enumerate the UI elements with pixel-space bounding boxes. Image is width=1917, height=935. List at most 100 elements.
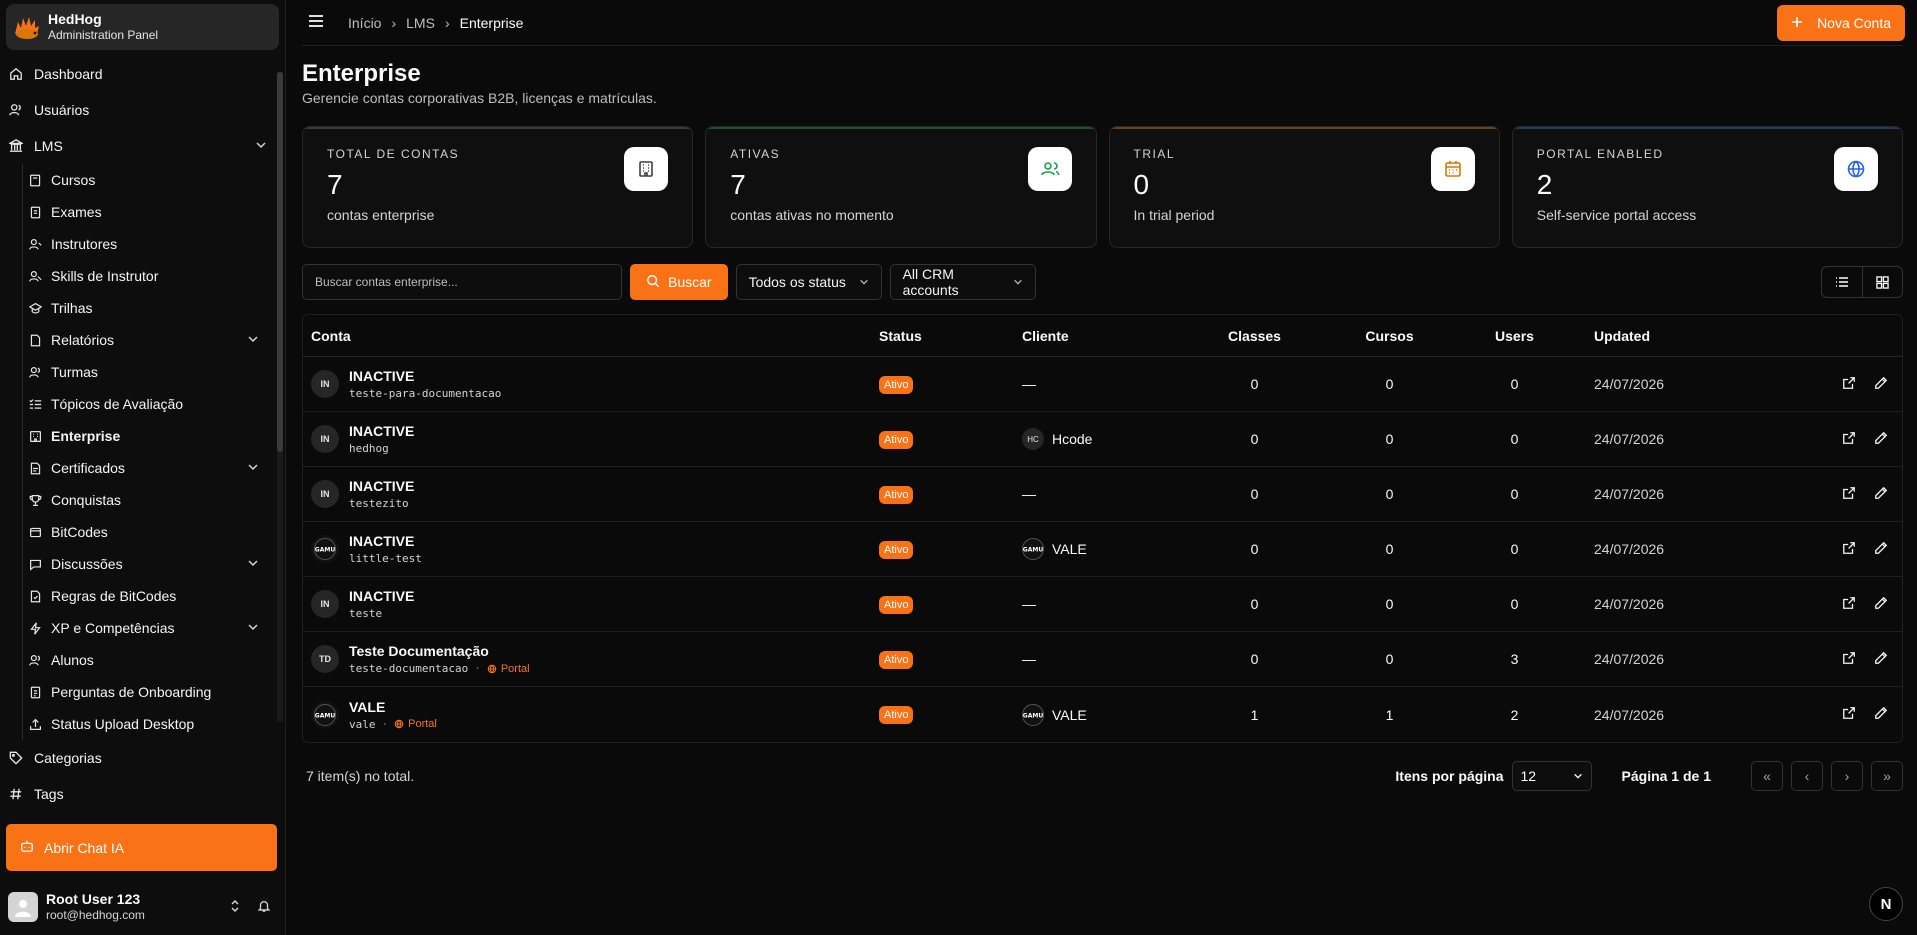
edit-pencil-icon[interactable]: [1874, 376, 1888, 393]
account-name[interactable]: INACTIVE: [349, 368, 501, 384]
sidebar-scrollbar[interactable]: [277, 72, 283, 722]
table-row[interactable]: GAMU VALE vale · Portal Ativo GAMU VALE 1 1…: [303, 687, 1902, 742]
sidebar-item-usuarios[interactable]: Usuários: [0, 92, 275, 128]
sidebar-item-label: Turmas: [51, 364, 98, 380]
breadcrumb-lms[interactable]: LMS: [406, 15, 435, 31]
external-link-icon[interactable]: [1842, 706, 1856, 723]
prev-page-button[interactable]: ‹: [1791, 761, 1823, 791]
account-name[interactable]: VALE: [349, 699, 437, 715]
last-page-button[interactable]: »: [1871, 761, 1903, 791]
sidebar-item-enterprise[interactable]: Enterprise: [27, 420, 275, 452]
account-cell: IN INACTIVE testezito: [303, 478, 879, 510]
next-page-button[interactable]: ›: [1831, 761, 1863, 791]
edit-pencil-icon[interactable]: [1874, 596, 1888, 613]
crm-filter-select[interactable]: All CRM accounts: [889, 264, 1036, 300]
sidebar-item-dashboard[interactable]: Dashboard: [0, 56, 275, 92]
edit-pencil-icon[interactable]: [1874, 486, 1888, 503]
sidebar-item-conquistas[interactable]: Conquistas: [27, 484, 275, 516]
chevron-down-icon: [1573, 768, 1583, 784]
sidebar-item-regras-de-bitcodes[interactable]: Regras de BitCodes: [27, 580, 275, 612]
sidebar-item-xp-e-competencias[interactable]: XP e Competências: [27, 612, 275, 644]
sidebar-item-status-upload-desktop[interactable]: Status Upload Desktop: [27, 708, 275, 740]
open-ai-chat-button[interactable]: Abrir Chat IA: [6, 824, 277, 871]
table-footer: 7 item(s) no total. Itens por página 12 …: [302, 761, 1903, 791]
column-header-cliente[interactable]: Cliente: [1022, 328, 1187, 344]
grid-view-icon[interactable]: [1862, 267, 1902, 297]
sidebar-item-tags[interactable]: Tags: [0, 776, 275, 812]
edit-pencil-icon[interactable]: [1874, 431, 1888, 448]
cursos-count: 0: [1385, 651, 1394, 667]
nextjs-devtools-badge[interactable]: N: [1869, 887, 1903, 921]
edit-pencil-icon[interactable]: [1874, 541, 1888, 558]
table-header: Conta Status Cliente Classes Cursos User…: [303, 315, 1902, 357]
column-header-cursos[interactable]: Cursos: [1322, 328, 1457, 344]
building-icon: [624, 147, 669, 191]
external-link-icon[interactable]: [1842, 651, 1856, 668]
sidebar-item-bitcodes[interactable]: BitCodes: [27, 516, 275, 548]
brand-switcher[interactable]: HedHog Administration Panel: [6, 4, 279, 50]
external-link-icon[interactable]: [1842, 541, 1856, 558]
sidebar-item-categorias[interactable]: Categorias: [0, 740, 275, 776]
sidebar-item-topicos-de-avaliacao[interactable]: Tópicos de Avaliação: [27, 388, 275, 420]
globe-icon: [1834, 147, 1878, 191]
stat-value: 7: [327, 169, 343, 200]
client-cell: GAMU VALE: [1022, 703, 1187, 726]
column-header-users[interactable]: Users: [1457, 328, 1572, 344]
updated-date: 24/07/2026: [1594, 431, 1665, 447]
sidebar-item-lms[interactable]: LMS: [0, 128, 275, 164]
per-page-select[interactable]: 12: [1511, 761, 1592, 791]
client-name: —: [1022, 486, 1036, 502]
sidebar-item-cursos[interactable]: Cursos: [27, 164, 275, 196]
account-slug: teste-documentacao · Portal: [349, 662, 530, 675]
sidebar-item-perguntas-de-onboarding[interactable]: Perguntas de Onboarding: [27, 676, 275, 708]
bell-icon[interactable]: [257, 899, 271, 916]
scrollbar-thumb[interactable]: [277, 72, 283, 452]
sidebar-item-alunos[interactable]: Alunos: [27, 644, 275, 676]
sidebar-item-skills-de-instrutor[interactable]: Skills de Instrutor: [27, 260, 275, 292]
sidebar-item-trilhas[interactable]: Trilhas: [27, 292, 275, 324]
menu-icon[interactable]: [308, 14, 328, 31]
account-name[interactable]: INACTIVE: [349, 478, 414, 494]
status-filter-select[interactable]: Todos os status: [735, 264, 882, 300]
external-link-icon[interactable]: [1842, 431, 1856, 448]
row-actions: [1732, 541, 1902, 558]
first-page-button[interactable]: «: [1751, 761, 1783, 791]
account-name[interactable]: Teste Documentação: [349, 643, 530, 659]
column-header-conta[interactable]: Conta: [303, 328, 879, 344]
sidebar-item-turmas[interactable]: Turmas: [27, 356, 275, 388]
account-name[interactable]: INACTIVE: [349, 533, 422, 549]
new-account-button[interactable]: Nova Conta: [1777, 4, 1905, 41]
external-link-icon[interactable]: [1842, 596, 1856, 613]
external-link-icon[interactable]: [1842, 486, 1856, 503]
chevrons-up-down-icon[interactable]: [229, 899, 241, 916]
edit-pencil-icon[interactable]: [1874, 651, 1888, 668]
edit-pencil-icon[interactable]: [1874, 706, 1888, 723]
column-header-updated[interactable]: Updated: [1572, 328, 1732, 344]
sidebar-item-relatorios[interactable]: Relatórios: [27, 324, 275, 356]
table-row[interactable]: IN INACTIVE teste-para-documentacao Ativ…: [303, 357, 1902, 412]
sidebar-item-exames[interactable]: Exames: [27, 196, 275, 228]
sidebar-item-certificados[interactable]: Certificados: [27, 452, 275, 484]
account-name[interactable]: INACTIVE: [349, 588, 414, 604]
row-actions: [1732, 596, 1902, 613]
table-row[interactable]: IN INACTIVE testezito Ativo — 0 0 0 24/0…: [303, 467, 1902, 522]
column-header-classes[interactable]: Classes: [1187, 328, 1322, 344]
chevron-down-icon: [255, 138, 267, 154]
search-input[interactable]: [302, 264, 622, 300]
user-menu[interactable]: Root User 123 root@hedhog.com: [0, 879, 285, 935]
table-row[interactable]: TD Teste Documentação teste-documentacao…: [303, 632, 1902, 687]
column-header-status[interactable]: Status: [879, 328, 1022, 344]
sidebar-item-instrutores[interactable]: Instrutores: [27, 228, 275, 260]
hash-icon: [8, 786, 24, 802]
account-slug-text: teste: [349, 607, 383, 620]
list-view-icon[interactable]: [1822, 267, 1862, 297]
account-name[interactable]: INACTIVE: [349, 423, 414, 439]
table-row[interactable]: IN INACTIVE hedhog Ativo HC Hcode 0 0 0 2…: [303, 412, 1902, 467]
users-count: 0: [1510, 431, 1519, 447]
sidebar-item-discussoes[interactable]: Discussões: [27, 548, 275, 580]
table-row[interactable]: GAMU INACTIVE little-test Ativo GAMU VALE…: [303, 522, 1902, 577]
breadcrumb-inicio[interactable]: Início: [348, 15, 381, 31]
table-row[interactable]: IN INACTIVE teste Ativo — 0 0 0 24/07/20…: [303, 577, 1902, 632]
search-button[interactable]: Buscar: [630, 264, 728, 300]
external-link-icon[interactable]: [1842, 376, 1856, 393]
